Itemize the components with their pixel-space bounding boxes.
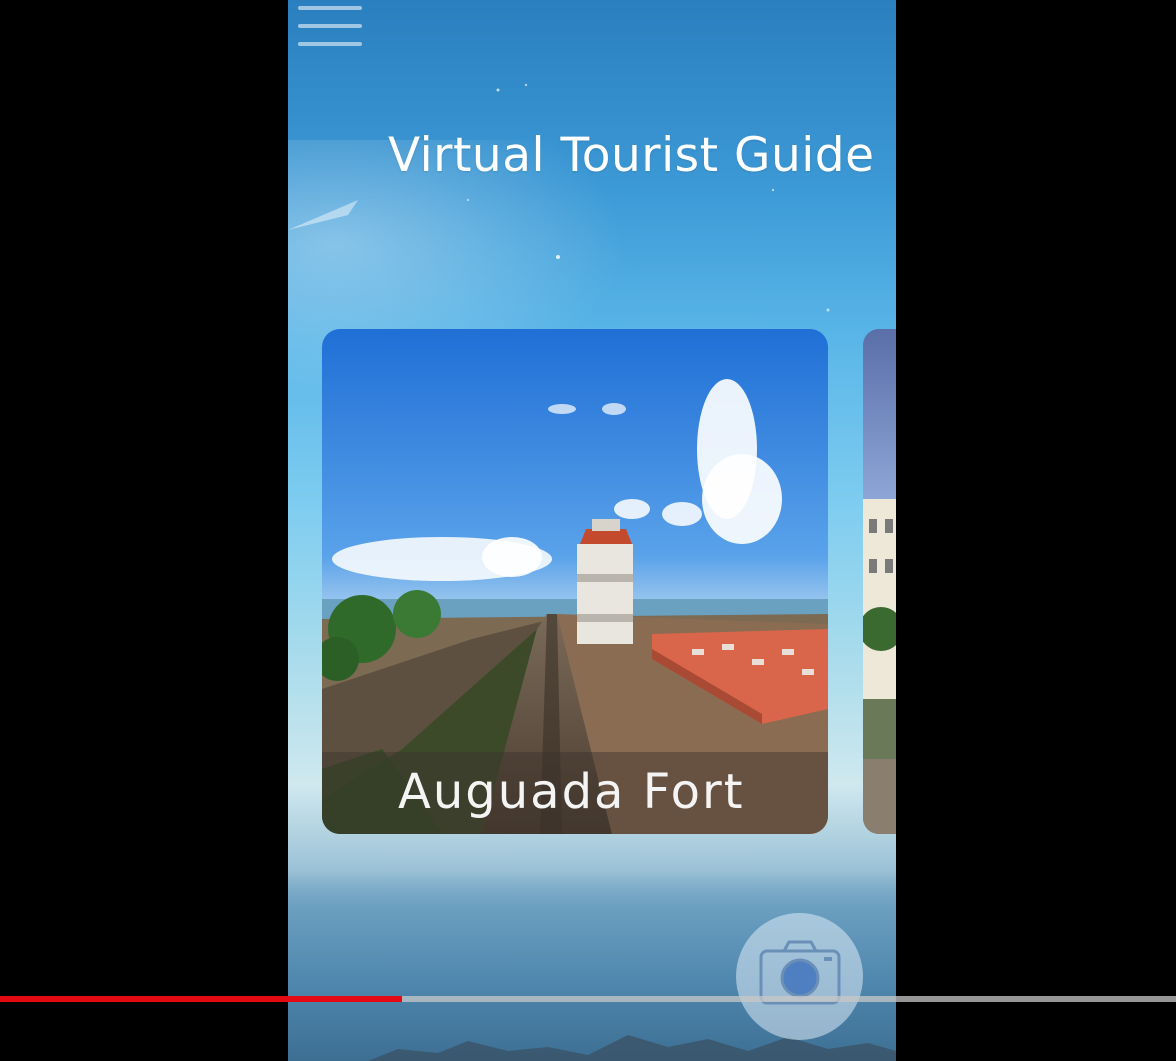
hamburger-menu-icon[interactable]	[298, 4, 362, 48]
destination-name: Auguada Fort	[398, 764, 745, 820]
video-progress-fill	[0, 996, 403, 1002]
app-screen: Virtual Tourist Guide Auguada Fort	[288, 0, 896, 1061]
camera-button[interactable]	[736, 913, 863, 1040]
building-image	[863, 329, 896, 834]
camera-icon	[759, 940, 841, 1005]
destination-card[interactable]: Auguada Fort	[322, 329, 828, 834]
video-progress-bar[interactable]	[0, 996, 1176, 1002]
app-title: Virtual Tourist Guide	[388, 128, 875, 183]
next-destination-card[interactable]	[863, 329, 896, 834]
